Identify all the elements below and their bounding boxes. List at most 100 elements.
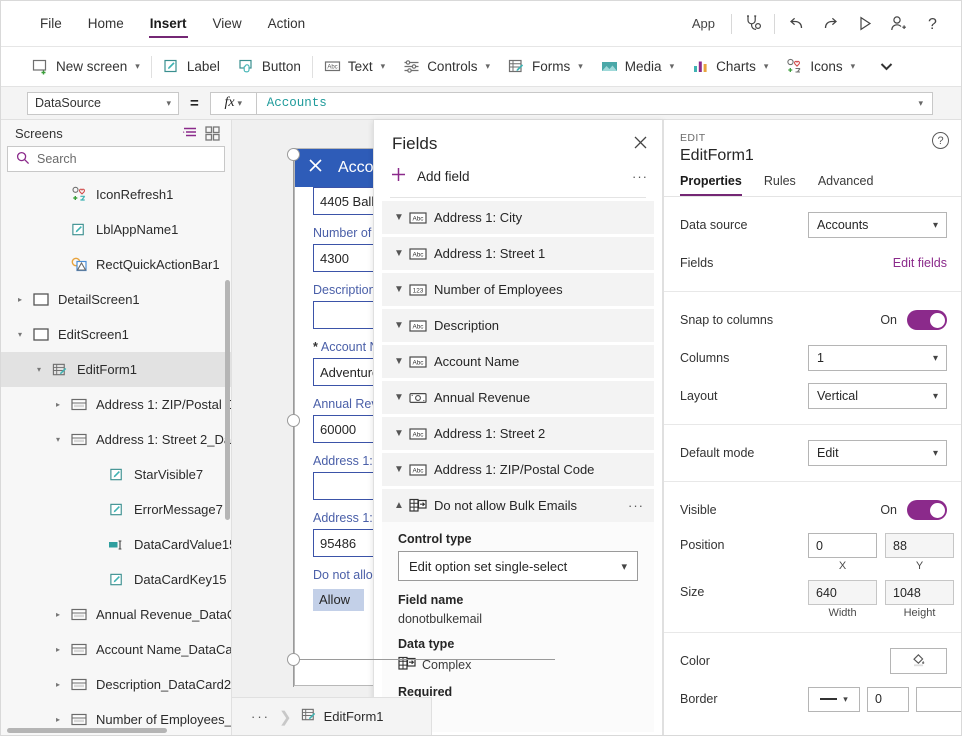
ribbon-overflow-button[interactable]	[864, 51, 909, 83]
ribbon-icons-button[interactable]: Icons ▾	[777, 51, 864, 83]
tab-rules[interactable]: Rules	[764, 174, 796, 196]
chevron-down-icon[interactable]: ▼	[390, 248, 408, 259]
undo-icon[interactable]	[779, 7, 813, 41]
border-style-select[interactable]: ▾	[808, 686, 860, 712]
field-list-item[interactable]: ▼ Annual Revenue	[382, 381, 654, 414]
help-icon[interactable]: ?	[915, 7, 949, 41]
add-field-overflow-icon[interactable]: ···	[632, 169, 648, 184]
tree-vertical-scrollbar[interactable]	[225, 280, 230, 520]
chevron-right-icon[interactable]: ▸	[9, 295, 31, 304]
ribbon-button-button[interactable]: Button	[229, 51, 310, 83]
tree-item[interactable]: IconRefresh1	[1, 177, 231, 212]
border-width-input[interactable]: 0	[867, 686, 909, 712]
size-height-input[interactable]: 1048	[885, 580, 954, 605]
chevron-down-icon[interactable]: ▼	[390, 464, 408, 475]
add-field-button[interactable]: Add field ···	[374, 162, 662, 197]
chevron-down-icon[interactable]: ▼	[390, 428, 408, 439]
edit-fields-link[interactable]: Edit fields	[893, 256, 947, 270]
chevron-down-icon[interactable]: ▼	[390, 320, 408, 331]
tree-view-icon[interactable]	[179, 123, 201, 143]
menu-item-action[interactable]: Action	[255, 1, 319, 47]
tree-horizontal-scrollbar[interactable]	[7, 728, 167, 733]
data-source-select[interactable]: Accounts ▾	[808, 212, 947, 238]
snap-to-columns-toggle[interactable]	[907, 310, 947, 330]
fx-button[interactable]: fx ▾	[209, 91, 256, 115]
field-list-item[interactable]: ▼ Abc Address 1: City	[382, 201, 654, 234]
ribbon-label-button[interactable]: Label	[154, 51, 229, 83]
field-list-item[interactable]: ▼ Abc Description	[382, 309, 654, 342]
ribbon-forms-button[interactable]: Forms ▾	[499, 51, 592, 83]
field-list-item[interactable]: ▼ Abc Address 1: Street 2	[382, 417, 654, 450]
field-list-item[interactable]: ▼ Abc Account Name	[382, 345, 654, 378]
close-icon[interactable]	[307, 157, 324, 179]
thumbnail-view-icon[interactable]	[201, 123, 223, 143]
tree-item[interactable]: ▸ Description_DataCard2	[1, 667, 231, 702]
chevron-down-icon[interactable]: ▾	[47, 435, 69, 444]
position-y-input[interactable]: 88	[885, 533, 954, 558]
chevron-down-icon[interactable]: ▾	[28, 365, 50, 374]
menu-item-view[interactable]: View	[200, 1, 255, 47]
tree-item[interactable]: ▸ DetailScreen1	[1, 282, 231, 317]
chevron-down-icon[interactable]: ▾	[918, 98, 923, 109]
tree-item[interactable]: ▾ EditScreen1	[1, 317, 231, 352]
ribbon-media-button[interactable]: Media ▾	[592, 51, 683, 83]
ribbon-charts-button[interactable]: Charts ▾	[683, 51, 777, 83]
breadcrumb-editform1[interactable]: EditForm1	[292, 707, 384, 726]
tree-item[interactable]: ▸ Annual Revenue_DataCard2	[1, 597, 231, 632]
ribbon-new-screen-button[interactable]: New screen ▾	[23, 51, 149, 83]
chevron-up-icon[interactable]: ▲	[390, 500, 408, 511]
close-icon[interactable]	[633, 135, 648, 154]
chevron-down-icon[interactable]: ▼	[390, 392, 408, 403]
tree-item[interactable]: ▸ Address 1: ZIP/Postal Code_	[1, 387, 231, 422]
color-picker-button[interactable]	[890, 648, 947, 674]
share-user-icon[interactable]	[881, 7, 915, 41]
selection-handle-bottom-left[interactable]	[287, 653, 300, 666]
menu-item-file[interactable]: File	[27, 1, 75, 47]
search-input[interactable]: Search	[7, 146, 225, 172]
field-list-item[interactable]: ▼ Abc Address 1: Street 1	[382, 237, 654, 270]
chevron-right-icon[interactable]: ▸	[47, 400, 69, 409]
layout-select[interactable]: Vertical ▾	[808, 383, 947, 409]
chevron-right-icon[interactable]: ▸	[47, 645, 69, 654]
control-type-select[interactable]: Edit option set single-select ▾	[398, 551, 638, 581]
chevron-down-icon[interactable]: ▾	[9, 330, 31, 339]
chevron-right-icon[interactable]: ▸	[47, 680, 69, 689]
tree-item[interactable]: DataCardKey15	[1, 562, 231, 597]
field-list-item[interactable]: ▲ Do not allow Bulk Emails ···	[382, 489, 654, 522]
ribbon-controls-button[interactable]: Controls ▾	[394, 51, 499, 83]
field-list-item[interactable]: ▼ 123 Number of Employees	[382, 273, 654, 306]
columns-select[interactable]: 1 ▾	[808, 345, 947, 371]
field-overflow-icon[interactable]: ···	[628, 498, 644, 513]
field-list-item[interactable]: ▼ Abc Address 1: ZIP/Postal Code	[382, 453, 654, 486]
tree-item[interactable]: StarVisible7	[1, 457, 231, 492]
default-mode-select[interactable]: Edit ▾	[808, 440, 947, 466]
stethoscope-icon[interactable]	[736, 7, 770, 41]
chevron-down-icon[interactable]: ▼	[390, 356, 408, 367]
tree-item[interactable]: ▸ Account Name_DataCard2	[1, 632, 231, 667]
tree-item[interactable]: RectQuickActionBar1	[1, 247, 231, 282]
tree-item[interactable]: ▾ EditForm1	[1, 352, 231, 387]
chevron-down-icon[interactable]: ▼	[390, 212, 408, 223]
tree-item[interactable]: ▾ Address 1: Street 2_DataCar	[1, 422, 231, 457]
tree-item[interactable]: LblAppName1	[1, 212, 231, 247]
tree-item[interactable]: DataCardValue15	[1, 527, 231, 562]
tab-advanced[interactable]: Advanced	[818, 174, 874, 196]
menu-item-home[interactable]: Home	[75, 1, 137, 47]
visible-toggle[interactable]	[907, 500, 947, 520]
selection-handle-top-left[interactable]	[287, 148, 300, 161]
formula-input[interactable]: Accounts ▾	[255, 91, 933, 115]
chevron-right-icon[interactable]: ▸	[47, 715, 69, 724]
property-selector[interactable]: DataSource ▾	[27, 91, 179, 115]
size-width-input[interactable]: 640	[808, 580, 877, 605]
tab-properties[interactable]: Properties	[680, 174, 742, 196]
ribbon-text-button[interactable]: Abc Text ▾	[315, 51, 394, 83]
chevron-down-icon[interactable]: ▼	[390, 284, 408, 295]
breadcrumb-overflow-icon[interactable]: ···	[242, 709, 279, 724]
redo-icon[interactable]	[813, 7, 847, 41]
tree-item[interactable]: ErrorMessage7	[1, 492, 231, 527]
menu-item-insert[interactable]: Insert	[137, 1, 200, 47]
chevron-right-icon[interactable]: ▸	[47, 610, 69, 619]
border-color-button[interactable]	[916, 686, 961, 712]
position-x-input[interactable]: 0	[808, 533, 877, 558]
play-icon[interactable]	[847, 7, 881, 41]
